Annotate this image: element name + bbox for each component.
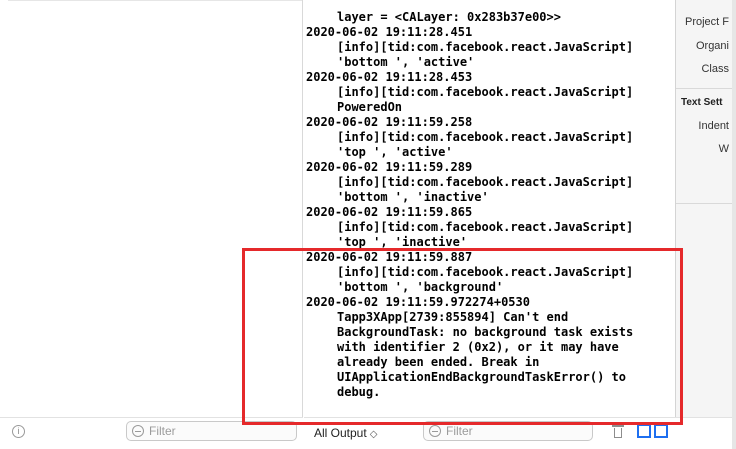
inspector-divider-2 (676, 203, 736, 204)
log-timestamp: 2020-06-02 19:11:59.289 (306, 160, 473, 174)
log-timestamp: 2020-06-02 19:11:59.865 (306, 205, 473, 219)
inspector-panel: Project F Organi Class Text Sett Indent … (675, 0, 736, 417)
trash-icon[interactable] (612, 425, 624, 438)
show-variables-view-button[interactable] (637, 424, 651, 438)
inspector-project-format-label: Project F (684, 16, 729, 28)
annotation-highlight-box (242, 248, 683, 425)
inspector-footer (675, 417, 736, 449)
log-entry: 2020-06-02 19:11:28.451 [info][tid:com.fa… (304, 25, 675, 70)
variables-divider (8, 0, 302, 1)
console-filter-placeholder: Filter (446, 424, 473, 438)
log-entry: 2020-06-02 19:11:59.258 [info][tid:com.fa… (304, 115, 675, 160)
log-message-line: [info][tid:com.facebook.react.JavaScript… (337, 220, 634, 234)
inspector-divider (676, 88, 736, 89)
log-timestamp: 2020-06-02 19:11:28.451 (306, 25, 473, 39)
inspector-class-prefix-label: Class (701, 63, 729, 75)
inspector-wrap-label: W (718, 143, 729, 155)
inspector-indent-label: Indent (698, 120, 729, 132)
log-message-line: [info][tid:com.facebook.react.JavaScript… (337, 130, 634, 144)
log-entry: 2020-06-02 19:11:59.289 [info][tid:com.fa… (304, 160, 675, 205)
log-timestamp: 2020-06-02 19:11:28.453 (306, 70, 473, 84)
log-timestamp: 2020-06-02 19:11:59.258 (306, 115, 473, 129)
variables-filter-placeholder: Filter (149, 424, 176, 438)
output-filter-select[interactable]: All Output ◇ (314, 426, 377, 440)
filter-icon (132, 425, 144, 437)
inspector-organization-label: Organi (695, 40, 729, 52)
log-message-line: [info][tid:com.facebook.react.JavaScript… (337, 40, 634, 54)
log-entry: layer = <CALayer: 0x283b37e00>> (304, 10, 675, 25)
log-message-line: 'top ', 'active' (337, 145, 453, 159)
window-edge (732, 0, 736, 449)
output-select-label: All Output (314, 426, 367, 440)
inspector-text-settings-heading: Text Sett (681, 97, 723, 108)
log-message-line: PoweredOn (337, 100, 403, 114)
info-icon[interactable]: i (12, 425, 25, 438)
show-console-view-button[interactable] (654, 424, 668, 438)
log-message-line: 'bottom ', 'inactive' (337, 190, 489, 204)
log-message-line: [info][tid:com.facebook.react.JavaScript… (337, 85, 634, 99)
chevron-updown-icon: ◇ (369, 429, 378, 440)
filter-icon (429, 425, 441, 437)
log-message-line: [info][tid:com.facebook.react.JavaScript… (337, 175, 634, 189)
log-message-line: 'bottom ', 'active' (337, 55, 475, 69)
log-entry: 2020-06-02 19:11:59.865 [info][tid:com.fa… (304, 205, 675, 250)
log-entry: 2020-06-02 19:11:28.453 [info][tid:com.fa… (304, 70, 675, 115)
log-message-line: layer = <CALayer: 0x283b37e00>> (337, 10, 561, 24)
